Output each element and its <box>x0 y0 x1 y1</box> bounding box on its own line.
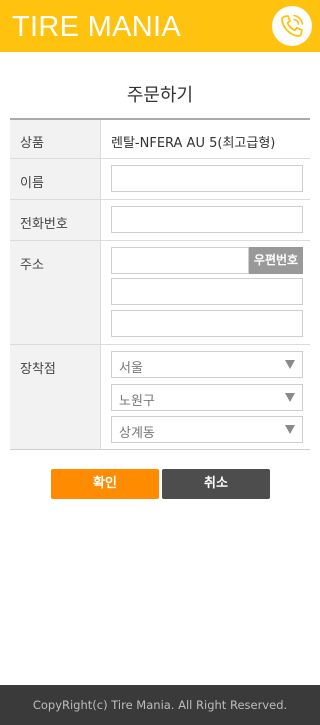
product-label: 상품 <box>20 136 44 151</box>
confirm-button[interactable]: 확인 <box>51 469 159 499</box>
page-title: 주문하기 <box>126 85 194 106</box>
address-line1-input[interactable] <box>111 247 249 274</box>
brand-logo-text[interactable]: TIRE MANIA <box>12 10 181 44</box>
name-label: 이름 <box>20 176 44 191</box>
product-value: 렌탈-NFERA AU 5(최고급형) <box>111 136 276 151</box>
order-form: 상품 렌탈-NFERA AU 5(최고급형) 이름 전화번호 주소 우편번호 장… <box>10 118 310 450</box>
footer: CopyRight(c) Tire Mania. All Right Reser… <box>0 685 320 725</box>
product-row: 상품 렌탈-NFERA AU 5(최고급형) <box>10 120 310 159</box>
address-label: 주소 <box>20 258 44 273</box>
call-button[interactable] <box>272 6 312 46</box>
address-line3-input[interactable] <box>111 310 303 337</box>
cancel-button[interactable]: 취소 <box>162 469 270 499</box>
name-input[interactable] <box>111 165 303 192</box>
dropdown-arrow-icon <box>285 393 295 402</box>
install-shop-label: 장착점 <box>20 362 56 377</box>
district-select[interactable]: 노원구 <box>111 384 303 411</box>
phone-icon <box>281 14 304 37</box>
address-line2-input[interactable] <box>111 278 303 305</box>
copyright-text: CopyRight(c) Tire Mania. All Right Reser… <box>32 698 288 712</box>
zipcode-button[interactable]: 우편번호 <box>249 247 303 274</box>
dropdown-arrow-icon <box>285 360 295 369</box>
city-select-value: 서울 <box>119 361 143 376</box>
phone-input[interactable] <box>111 206 303 233</box>
dong-select-value: 상계동 <box>119 426 155 441</box>
install-shop-row: 장착점 서울 노원구 상계동 <box>10 345 310 449</box>
address-row: 주소 우편번호 <box>10 241 310 345</box>
district-select-value: 노원구 <box>119 394 155 409</box>
top-header: TIRE MANIA <box>0 0 320 52</box>
phone-label: 전화번호 <box>20 217 68 232</box>
dong-select[interactable]: 상계동 <box>111 416 303 443</box>
city-select[interactable]: 서울 <box>111 351 303 378</box>
dropdown-arrow-icon <box>285 425 295 434</box>
phone-row: 전화번호 <box>10 200 310 241</box>
name-row: 이름 <box>10 159 310 200</box>
